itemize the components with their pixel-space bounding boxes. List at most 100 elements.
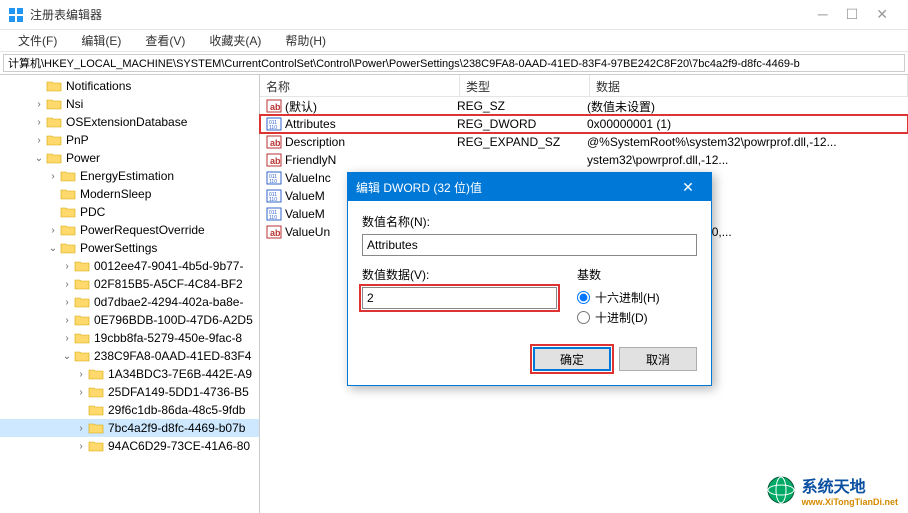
tree-item[interactable]: Notifications [0, 77, 259, 95]
value-type-icon: ab [266, 224, 282, 240]
tree-item-label: PnP [66, 133, 89, 147]
expand-icon[interactable]: ⌄ [46, 243, 60, 254]
col-data[interactable]: 数据 [590, 75, 908, 96]
tree-item[interactable]: ›1A34BDC3-7E6B-442E-A9 [0, 365, 259, 383]
expand-icon[interactable]: › [74, 441, 88, 452]
tree-item[interactable]: ›19cbb8fa-5279-450e-9fac-8 [0, 329, 259, 347]
menu-help[interactable]: 帮助(H) [275, 30, 336, 51]
folder-icon [46, 115, 62, 129]
radio-hex[interactable] [577, 291, 590, 304]
expand-icon[interactable]: › [60, 261, 74, 272]
tree-item[interactable]: ⌄ 238C9FA8-0AAD-41ED-83F4 [0, 347, 259, 365]
expand-icon[interactable]: › [60, 333, 74, 344]
dialog-close-button[interactable]: ✕ [673, 179, 703, 196]
ok-button[interactable]: 确定 [533, 347, 611, 371]
value-name: (默认) [285, 98, 317, 115]
expand-icon[interactable]: › [60, 279, 74, 290]
tree-item-label: 0d7dbae2-4294-402a-ba8e- [94, 295, 243, 309]
tree-item-label: 0E796BDB-100D-47D6-A2D5 [94, 313, 253, 327]
edit-dword-dialog: 编辑 DWORD (32 位)值 ✕ 数值名称(N): 数值数据(V): 基数 … [347, 172, 712, 386]
tree-item[interactable]: › PnP [0, 131, 259, 149]
minimize-button[interactable]: ─ [818, 6, 828, 23]
expand-icon[interactable]: › [74, 387, 88, 398]
expand-icon[interactable]: › [74, 423, 88, 434]
svg-text:ab: ab [270, 156, 281, 166]
globe-icon [766, 475, 796, 505]
expand-icon[interactable]: › [32, 135, 46, 146]
maximize-button[interactable]: ☐ [846, 6, 859, 23]
svg-text:110: 110 [269, 125, 277, 131]
tree-item[interactable]: › OSExtensionDatabase [0, 113, 259, 131]
tree-item[interactable]: ›94AC6D29-73CE-41A6-80 [0, 437, 259, 455]
watermark-url: www.XiTongTianDi.net [802, 497, 898, 507]
expand-icon[interactable]: › [46, 225, 60, 236]
cancel-button[interactable]: 取消 [619, 347, 697, 371]
radio-dec[interactable] [577, 311, 590, 324]
tree-item[interactable]: ›EnergyEstimation [0, 167, 259, 185]
value-type-icon: 011110 [266, 170, 282, 186]
value-type-icon: 011110 [266, 116, 282, 132]
tree-item[interactable]: ›02F815B5-A5CF-4C84-BF2 [0, 275, 259, 293]
tree-item[interactable]: ⌄PowerSettings [0, 239, 259, 257]
menu-file[interactable]: 文件(F) [8, 30, 67, 51]
value-data: @%SystemRoot%\system32\powrprof.dll,-12.… [581, 135, 908, 149]
tree-item[interactable]: ›Nsi [0, 95, 259, 113]
menu-edit[interactable]: 编辑(E) [71, 30, 131, 51]
value-type: REG_DWORD [451, 117, 581, 131]
expand-icon[interactable]: › [46, 171, 60, 182]
tree-item[interactable]: ModernSleep [0, 185, 259, 203]
expand-icon[interactable]: › [60, 315, 74, 326]
tree-item[interactable]: 29f6c1db-86da-48c5-9fdb [0, 401, 259, 419]
menu-view[interactable]: 查看(V) [135, 30, 195, 51]
tree-item[interactable]: ⌄ Power [0, 149, 259, 167]
tree-item-label: Notifications [66, 79, 131, 93]
value-name-input[interactable] [362, 234, 697, 256]
expand-icon[interactable]: › [32, 117, 46, 128]
expand-icon[interactable]: ⌄ [32, 153, 46, 164]
value-name: ValueInc [285, 171, 331, 185]
tree-item-label: 238C9FA8-0AAD-41ED-83F4 [94, 349, 251, 363]
list-row[interactable]: ab(默认)REG_SZ(数值未设置) [260, 97, 908, 115]
menu-favorites[interactable]: 收藏夹(A) [199, 30, 271, 51]
list-row[interactable]: 011110Attributes REG_DWORD0x00000001 (1) [260, 115, 908, 133]
folder-icon [88, 385, 104, 399]
tree-item[interactable]: ›0012ee47-9041-4b5d-9b77- [0, 257, 259, 275]
tree-item-label: 25DFA149-5DD1-4736-B5 [108, 385, 249, 399]
col-type[interactable]: 类型 [460, 75, 590, 96]
tree-item-label: OSExtensionDatabase [66, 115, 187, 129]
tree-item[interactable]: PDC [0, 203, 259, 221]
close-button[interactable]: ✕ [876, 6, 888, 23]
tree-item[interactable]: ›7bc4a2f9-d8fc-4469-b07b [0, 419, 259, 437]
tree-item[interactable]: › 25DFA149-5DD1-4736-B5 [0, 383, 259, 401]
value-data-input[interactable] [362, 287, 557, 309]
list-row[interactable]: abFriendlyNystem32\powrprof.dll,-12... [260, 151, 908, 169]
col-name[interactable]: 名称 [260, 75, 460, 96]
value-data: ystem32\powrprof.dll,-12... [581, 153, 908, 167]
expand-icon[interactable]: › [74, 369, 88, 380]
value-name: Description [285, 135, 345, 149]
window-title: 注册表编辑器 [30, 6, 818, 23]
tree-item-label: PowerRequestOverride [80, 223, 205, 237]
address-input[interactable] [3, 54, 905, 72]
expand-icon[interactable]: ⌄ [60, 351, 74, 362]
tree-item[interactable]: › 0E796BDB-100D-47D6-A2D5 [0, 311, 259, 329]
address-bar [0, 52, 908, 74]
folder-icon [88, 439, 104, 453]
registry-tree[interactable]: Notifications›Nsi›OSExtensionDatabase›Pn… [0, 75, 260, 513]
tree-item-label: 29f6c1db-86da-48c5-9fdb [108, 403, 245, 417]
expand-icon[interactable]: › [60, 297, 74, 308]
tree-item[interactable]: › 0d7dbae2-4294-402a-ba8e- [0, 293, 259, 311]
tree-item[interactable]: › PowerRequestOverride [0, 221, 259, 239]
dialog-title-bar[interactable]: 编辑 DWORD (32 位)值 ✕ [348, 173, 711, 201]
value-data: 0x00000001 (1) [581, 117, 908, 131]
value-name: Attributes [285, 117, 336, 131]
value-type-icon: ab [266, 134, 282, 150]
expand-icon[interactable]: › [32, 99, 46, 110]
folder-icon [60, 187, 76, 201]
folder-icon [60, 169, 76, 183]
base-label: 基数 [577, 266, 697, 283]
tree-item-label: Power [66, 151, 100, 165]
value-type-icon: ab [266, 152, 282, 168]
folder-icon [74, 277, 90, 291]
list-row[interactable]: abDescriptionREG_EXPAND_SZ@%SystemRoot%\… [260, 133, 908, 151]
